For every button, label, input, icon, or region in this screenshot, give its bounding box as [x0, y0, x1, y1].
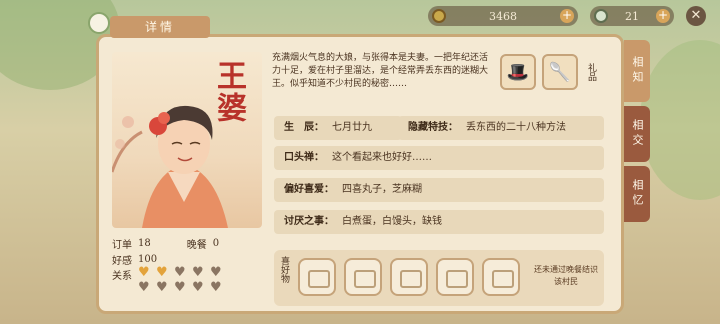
relation-label: 关系 — [112, 271, 132, 282]
preferred-item-slot[interactable] — [436, 258, 474, 296]
top-bar: 3468 + 21 + ✕ — [428, 6, 706, 26]
relation-hearts-row: ♥ ♥ ♥ ♥ ♥ — [138, 265, 234, 280]
favor-value: 100 — [138, 253, 158, 265]
birthday-row: 生 辰： 七月廿九 — [274, 116, 402, 140]
stats-row-orders: 订单 18 晚餐 0 — [112, 235, 234, 251]
heart-empty-icon: ♥ — [210, 280, 222, 295]
heart-empty-icon: ♥ — [192, 265, 204, 280]
dislikes-row: 讨厌之事： 白煮蛋，白馒头，缺钱 — [274, 210, 604, 234]
heart-empty-icon: ♥ — [156, 280, 168, 295]
favor-label: 好感 — [112, 255, 132, 267]
coin-value: 3468 — [489, 9, 517, 23]
preferred-item-slot[interactable] — [390, 258, 428, 296]
tab-label: 相知 — [631, 56, 644, 86]
dinner-value: 0 — [212, 237, 220, 249]
catchphrase-value: 这个看起来也好好…… — [332, 152, 432, 163]
coin-icon — [432, 9, 446, 23]
birthday-label: 生 辰： — [284, 122, 324, 133]
likes-row: 偏好喜爱： 四喜丸子，芝麻糊 — [274, 178, 604, 202]
hidden-skill-label: 隐藏特技： — [408, 122, 458, 133]
unlock-hint: 还未通过晚餐结识该村民 — [534, 265, 598, 286]
gift-slot-spoon[interactable]: 🥄 — [542, 54, 578, 90]
catchphrase-row: 口头禅： 这个看起来也好好…… — [274, 146, 604, 170]
relation-hearts: ♥ ♥ ♥ ♥ ♥ ♥ ♥ ♥ ♥ ♥ — [138, 265, 234, 295]
page-title: 详情 — [110, 16, 210, 38]
orders-value: 18 — [138, 237, 151, 249]
dislikes-label: 讨厌之事： — [284, 216, 334, 227]
catchphrase-label: 口头禅： — [284, 152, 324, 163]
radish-mascot-icon — [88, 12, 110, 34]
hidden-skill-value: 丢东西的二十八种方法 — [466, 122, 566, 133]
character-stats: 订单 18 晚餐 0 好感 100 关系 ♥ ♥ ♥ ♥ ♥ ♥ ♥ ♥ ♥ ♥ — [112, 235, 234, 295]
tab-xiangjiao[interactable]: 相交 — [624, 106, 650, 162]
coin-counter: 3468 + — [428, 6, 578, 26]
heart-empty-icon: ♥ — [210, 265, 222, 280]
preferred-items-label: 喜好物 — [279, 256, 289, 283]
preferred-item-slot[interactable] — [482, 258, 520, 296]
stats-row-relation: 关系 ♥ ♥ ♥ ♥ ♥ ♥ ♥ ♥ ♥ ♥ — [112, 266, 234, 294]
spoon-icon: 🥄 — [548, 61, 572, 83]
add-coin-button[interactable]: + — [560, 9, 574, 23]
add-jade-button[interactable]: + — [656, 9, 670, 23]
preferred-item-slot[interactable] — [298, 258, 336, 296]
orders-label: 订单 — [112, 239, 132, 251]
jade-icon — [594, 9, 608, 23]
tab-xiangzhi[interactable]: 相知 — [624, 40, 650, 102]
jade-value: 21 — [625, 9, 639, 23]
gift-area: 🎩 🥄 礼品 — [500, 54, 598, 90]
likes-value: 四喜丸子，芝麻糊 — [342, 184, 422, 195]
tab-label: 相忆 — [631, 179, 644, 209]
straw-hat-icon: 🎩 — [506, 61, 530, 83]
character-description: 充满烟火气息的大娘，与张得本是夫妻。一把年纪还活力十足，爱在村子里溜达，是个经常… — [272, 53, 489, 89]
background-leaf — [640, 40, 720, 200]
gift-slot-hat[interactable]: 🎩 — [500, 54, 536, 90]
heart-empty-icon: ♥ — [174, 265, 186, 280]
heart-filled-icon: ♥ — [138, 265, 150, 280]
character-name: 王婆 — [211, 60, 246, 124]
dislikes-value: 白煮蛋，白馒头，缺钱 — [342, 216, 442, 227]
preferred-item-slot[interactable] — [344, 258, 382, 296]
close-button[interactable]: ✕ — [686, 6, 706, 26]
dinner-label: 晚餐 — [186, 239, 207, 251]
heart-empty-icon: ♥ — [174, 280, 186, 295]
heart-empty-icon: ♥ — [192, 280, 204, 295]
tab-label: 相交 — [631, 119, 644, 149]
gift-label: 礼品 — [586, 63, 596, 81]
birthday-value: 七月廿九 — [332, 122, 372, 133]
jade-counter: 21 + — [590, 6, 674, 26]
relation-hearts-row: ♥ ♥ ♥ ♥ ♥ — [138, 280, 234, 295]
tab-xiangyi[interactable]: 相忆 — [624, 166, 650, 222]
heart-filled-icon: ♥ — [156, 265, 168, 280]
hidden-skill-row: 隐藏特技： 丢东西的二十八种方法 — [398, 116, 604, 140]
likes-label: 偏好喜爱： — [284, 184, 334, 195]
heart-empty-icon: ♥ — [138, 280, 150, 295]
